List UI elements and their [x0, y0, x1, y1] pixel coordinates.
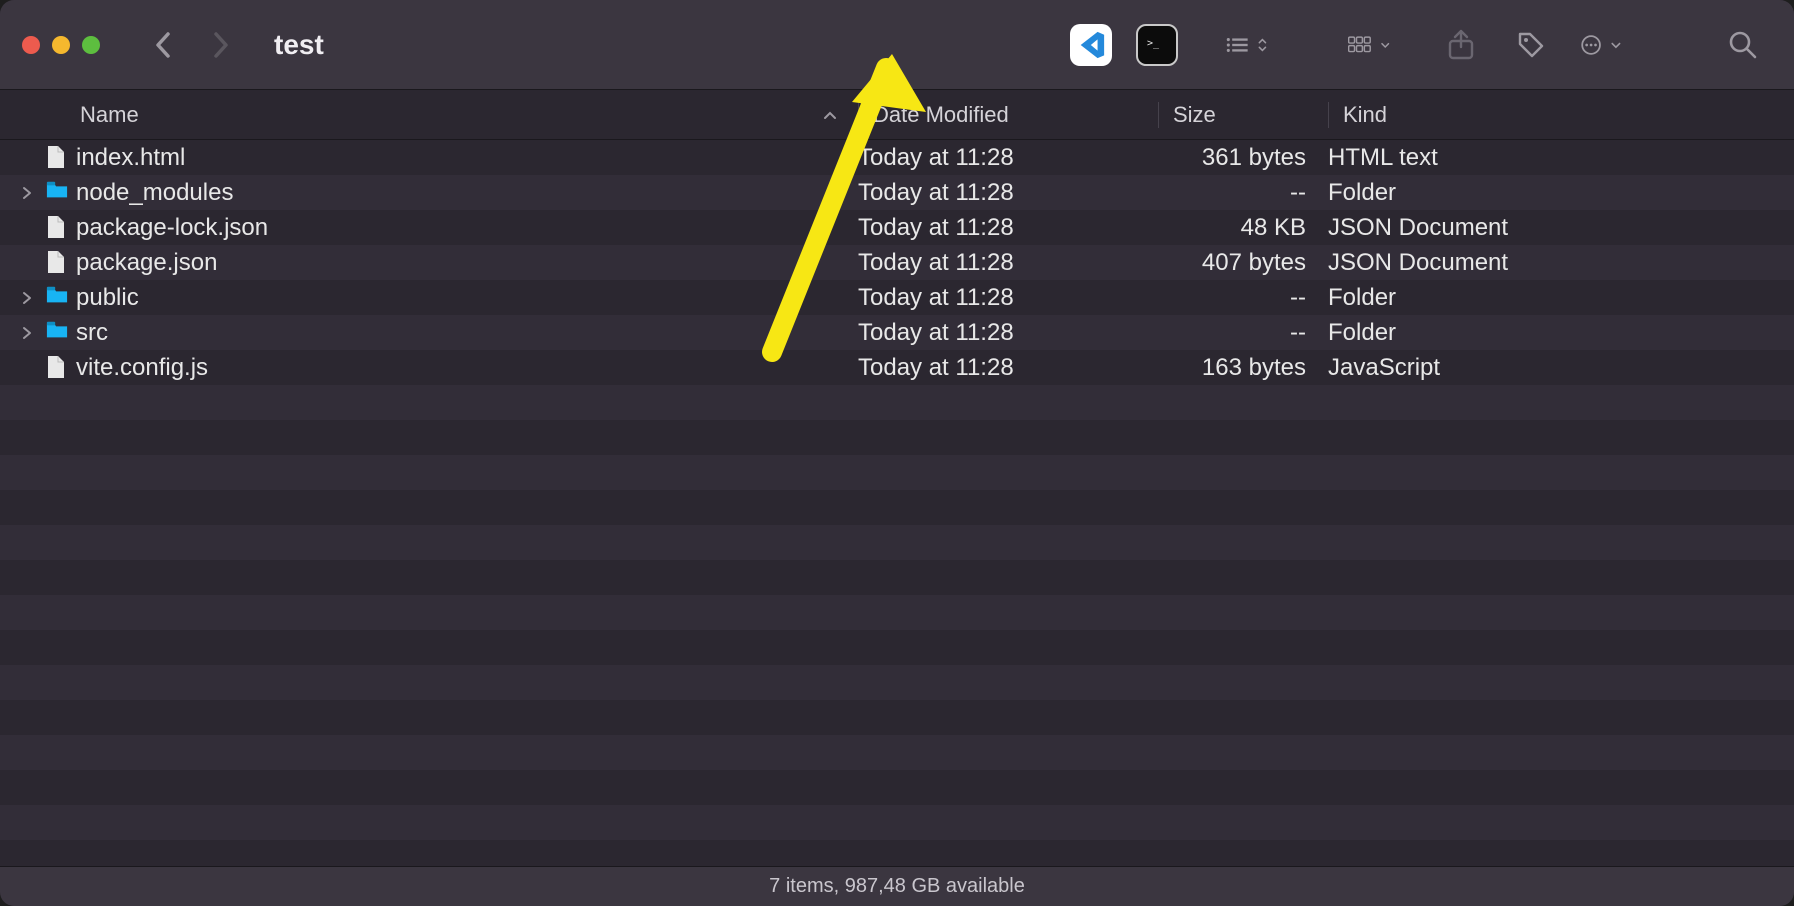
file-list: index.htmlToday at 11:28361 bytesHTML te… [0, 140, 1794, 866]
disclosure-triangle-icon[interactable] [22, 326, 38, 340]
file-size: -- [1158, 319, 1328, 347]
empty-row [0, 595, 1794, 630]
file-row[interactable]: public Today at 11:28--Folder [0, 280, 1794, 315]
file-date: Today at 11:28 [858, 179, 1158, 207]
status-text: 7 items, 987,48 GB available [769, 875, 1025, 898]
file-kind: Folder [1328, 319, 1794, 347]
file-name: src [76, 319, 108, 347]
empty-row [0, 420, 1794, 455]
file-size: 163 bytes [1158, 354, 1328, 382]
minimize-window-button[interactable] [52, 36, 70, 54]
file-icon [46, 250, 68, 276]
file-date: Today at 11:28 [858, 249, 1158, 277]
more-actions-button[interactable] [1580, 24, 1622, 66]
file-kind: JSON Document [1328, 214, 1794, 242]
folder-icon [46, 285, 68, 311]
empty-row [0, 770, 1794, 805]
file-kind: Folder [1328, 284, 1794, 312]
file-date: Today at 11:28 [858, 214, 1158, 242]
file-name: node_modules [76, 179, 233, 207]
status-bar: 7 items, 987,48 GB available [0, 866, 1794, 906]
file-kind: Folder [1328, 179, 1794, 207]
empty-row [0, 840, 1794, 866]
folder-icon [46, 180, 68, 206]
file-size: 48 KB [1158, 214, 1328, 242]
file-name: public [76, 284, 139, 312]
disclosure-triangle-icon[interactable] [22, 186, 38, 200]
column-kind-header[interactable]: Kind [1328, 102, 1794, 128]
tags-button[interactable] [1510, 24, 1552, 66]
file-date: Today at 11:28 [858, 354, 1158, 382]
column-date-header[interactable]: Date Modified [858, 102, 1158, 128]
column-header-row: Name Date Modified Size Kind [0, 90, 1794, 140]
file-size: -- [1158, 179, 1328, 207]
file-name: package.json [76, 249, 217, 277]
empty-row [0, 525, 1794, 560]
vscode-app-icon[interactable] [1070, 24, 1112, 66]
back-button[interactable] [142, 23, 186, 67]
file-size: -- [1158, 284, 1328, 312]
file-row[interactable]: package.json Today at 11:28407 bytesJSON … [0, 245, 1794, 280]
close-window-button[interactable] [22, 36, 40, 54]
svg-text:>_: >_ [1147, 38, 1160, 49]
column-name-label: Name [80, 102, 139, 128]
empty-row [0, 735, 1794, 770]
file-kind: HTML text [1328, 144, 1794, 172]
file-icon [46, 215, 68, 241]
file-row[interactable]: index.html Today at 11:28361 bytesHTML te… [0, 140, 1794, 175]
toolbar: test >_ [0, 0, 1794, 90]
file-date: Today at 11:28 [858, 284, 1158, 312]
empty-row [0, 455, 1794, 490]
empty-row [0, 560, 1794, 595]
empty-row [0, 490, 1794, 525]
column-name-header[interactable]: Name [0, 102, 858, 128]
file-name: vite.config.js [76, 354, 208, 382]
search-button[interactable] [1722, 24, 1764, 66]
terminal-app-icon[interactable]: >_ [1136, 24, 1178, 66]
view-list-button[interactable] [1226, 24, 1268, 66]
file-size: 361 bytes [1158, 144, 1328, 172]
share-button[interactable] [1440, 24, 1482, 66]
empty-row [0, 385, 1794, 420]
empty-row [0, 665, 1794, 700]
file-name: index.html [76, 144, 185, 172]
fullscreen-window-button[interactable] [82, 36, 100, 54]
traffic-lights [22, 36, 100, 54]
file-row[interactable]: node_modules Today at 11:28--Folder [0, 175, 1794, 210]
folder-icon [46, 320, 68, 346]
file-icon [46, 355, 68, 381]
window-title: test [274, 29, 324, 61]
sort-asc-icon [822, 109, 838, 121]
file-icon [46, 145, 68, 171]
empty-row [0, 805, 1794, 840]
disclosure-triangle-icon[interactable] [22, 291, 38, 305]
file-row[interactable]: package-lock.json Today at 11:2848 KBJSON… [0, 210, 1794, 245]
empty-row [0, 700, 1794, 735]
file-row[interactable]: src Today at 11:28--Folder [0, 315, 1794, 350]
empty-row [0, 630, 1794, 665]
file-kind: JavaScript [1328, 354, 1794, 382]
file-name: package-lock.json [76, 214, 268, 242]
file-size: 407 bytes [1158, 249, 1328, 277]
group-by-button[interactable] [1348, 24, 1390, 66]
file-kind: JSON Document [1328, 249, 1794, 277]
file-date: Today at 11:28 [858, 144, 1158, 172]
file-row[interactable]: vite.config.js Today at 11:28163 bytesJav… [0, 350, 1794, 385]
column-size-header[interactable]: Size [1158, 102, 1328, 128]
finder-window: test >_ [0, 0, 1794, 906]
file-date: Today at 11:28 [858, 319, 1158, 347]
forward-button[interactable] [198, 23, 242, 67]
